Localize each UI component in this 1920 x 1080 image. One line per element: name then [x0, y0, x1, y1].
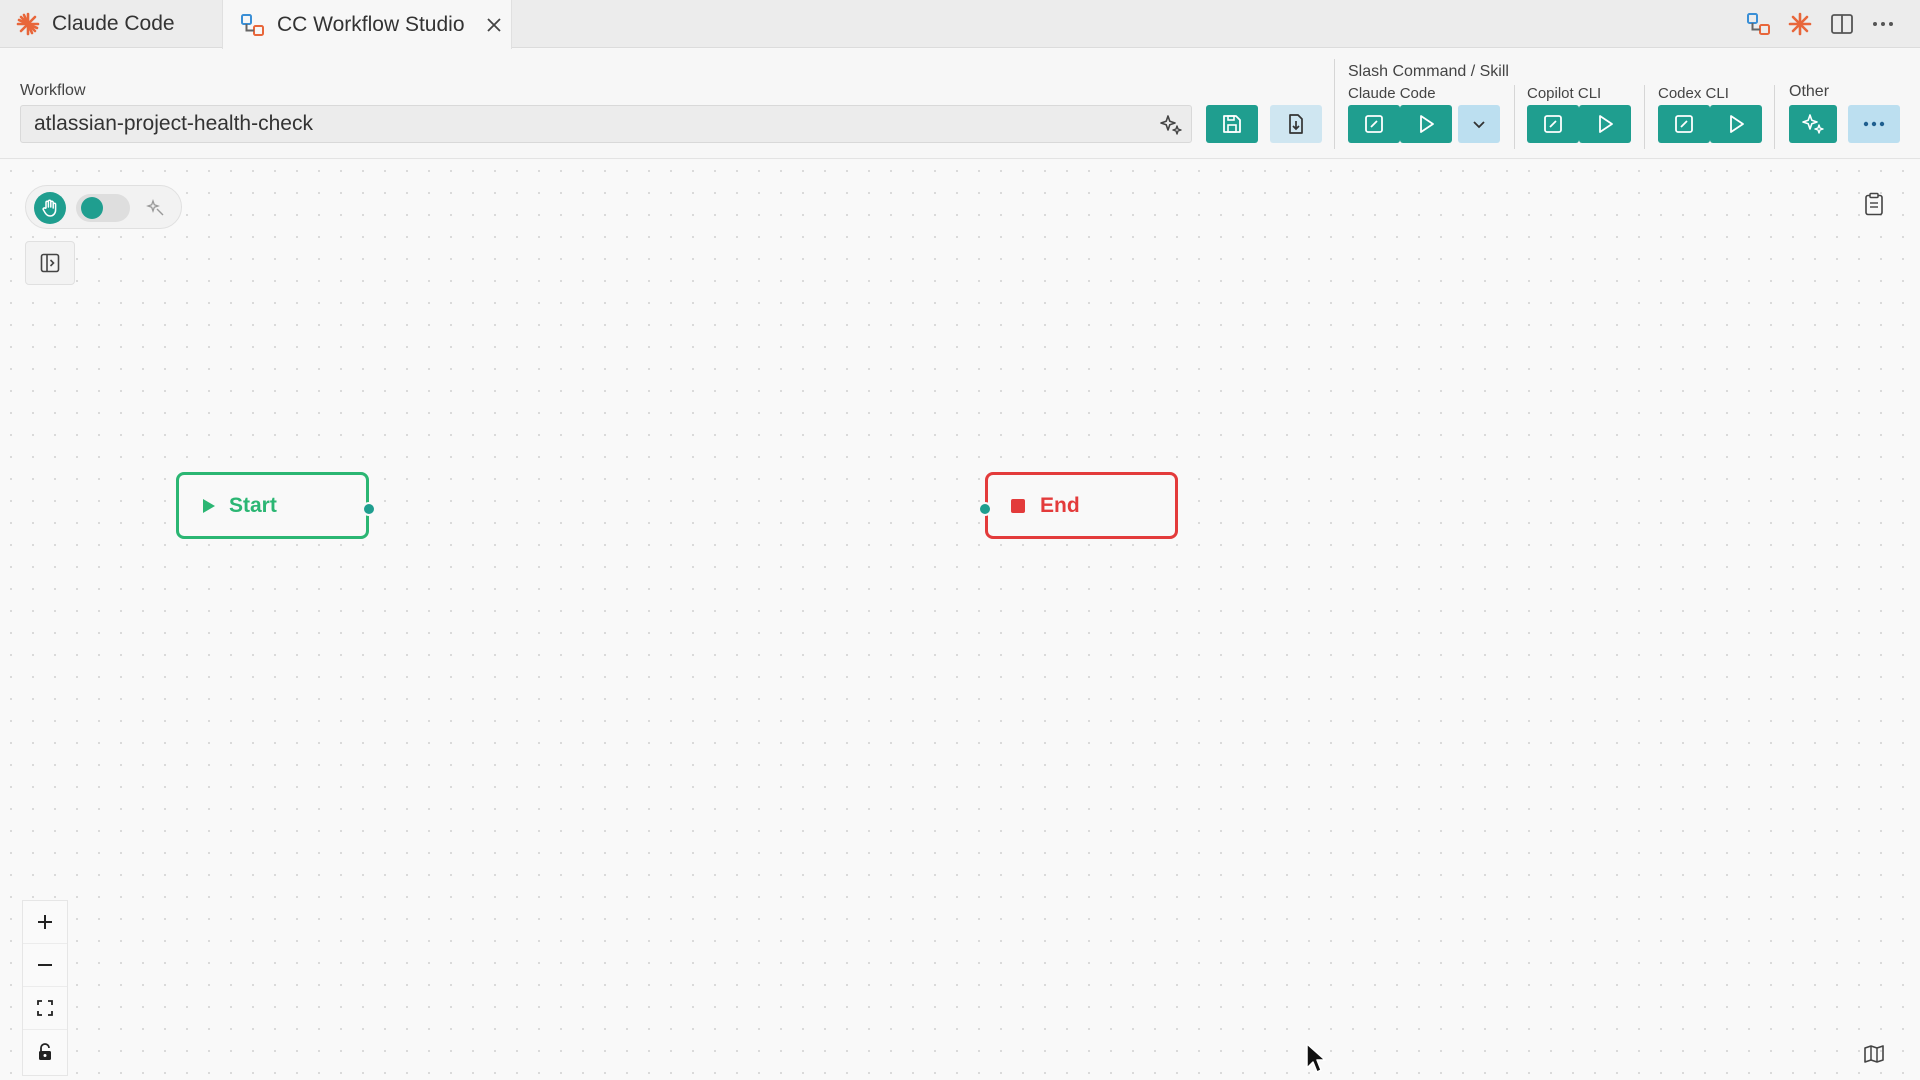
tab-label: CC Workflow Studio: [277, 12, 465, 36]
play-icon: [201, 498, 217, 514]
minimap-icon[interactable]: [1860, 1040, 1888, 1068]
split-editor-icon[interactable]: [1828, 10, 1856, 38]
plus-icon: [38, 915, 52, 929]
mode-toggle[interactable]: [76, 194, 130, 222]
node-label: Start: [229, 493, 277, 517]
workflow-name-input[interactable]: [20, 105, 1192, 143]
close-icon[interactable]: [483, 14, 505, 36]
play-icon: [1730, 115, 1744, 133]
fit-view-icon: [37, 1000, 53, 1016]
edit-square-icon: [1365, 115, 1383, 133]
play-icon: [1420, 115, 1434, 133]
copilot-cli-run-button[interactable]: [1579, 105, 1631, 143]
minus-icon: [38, 964, 52, 966]
codex-cli-group-label: Codex CLI: [1658, 85, 1729, 102]
divider: [1514, 85, 1515, 149]
hand-icon: [42, 199, 57, 217]
claude-code-dropdown-button[interactable]: [1458, 105, 1500, 143]
copilot-cli-export-button[interactable]: [1527, 105, 1579, 143]
other-group-label: Other: [1789, 83, 1830, 100]
tab-bar: Claude Code CC Workflow Studio: [0, 0, 1920, 49]
codex-cli-run-button[interactable]: [1710, 105, 1762, 143]
zoom-out-button[interactable]: [23, 944, 67, 987]
save-button[interactable]: [1206, 105, 1258, 143]
pan-mode-button[interactable]: [34, 192, 66, 224]
ai-generate-button[interactable]: [1789, 105, 1837, 143]
save-icon: [1223, 115, 1241, 133]
toggle-knob: [81, 197, 103, 219]
input-handle[interactable]: [978, 502, 992, 516]
claude-asterisk-icon: [14, 10, 42, 38]
workflow-label: Workflow: [20, 82, 86, 99]
fit-view-button[interactable]: [23, 987, 67, 1030]
lock-button[interactable]: [23, 1030, 67, 1073]
more-options-button[interactable]: [1848, 105, 1900, 143]
divider: [1774, 85, 1775, 149]
stop-icon: [1010, 498, 1026, 514]
workflow-studio-icon: [239, 11, 267, 39]
import-button[interactable]: [1270, 105, 1322, 143]
claude-asterisk-icon[interactable]: [1786, 10, 1814, 38]
more-actions-icon[interactable]: [1869, 10, 1897, 38]
chevron-down-icon: [1473, 121, 1485, 129]
divider: [1644, 85, 1645, 149]
end-node[interactable]: End: [978, 472, 1178, 539]
more-horizontal-icon: [1863, 121, 1885, 127]
play-icon: [1599, 115, 1613, 133]
workflow-canvas[interactable]: Start End: [0, 160, 1920, 1080]
edit-square-icon: [1675, 115, 1693, 133]
output-handle[interactable]: [362, 502, 376, 516]
clipboard-icon[interactable]: [1860, 190, 1888, 218]
zoom-in-button[interactable]: [23, 901, 67, 944]
ai-edit-icon[interactable]: [144, 196, 168, 220]
ai-sparkle-icon[interactable]: [1158, 112, 1184, 138]
toggle-node-panel-button[interactable]: [25, 241, 75, 285]
claude-code-export-button[interactable]: [1348, 105, 1400, 143]
ai-sparkle-icon: [1802, 114, 1824, 134]
copilot-cli-group-label: Copilot CLI: [1527, 85, 1602, 102]
workflow-studio-icon[interactable]: [1745, 10, 1773, 38]
start-node[interactable]: Start: [176, 472, 376, 539]
tab-claude-code[interactable]: Claude Code: [14, 0, 219, 48]
divider: [1334, 59, 1335, 149]
zoom-controls: [22, 900, 68, 1076]
codex-cli-export-button[interactable]: [1658, 105, 1710, 143]
lock-icon: [39, 1042, 51, 1060]
mouse-cursor-icon: [1305, 1042, 1329, 1076]
sidebar-panel-icon: [40, 253, 60, 273]
claude-code-run-button[interactable]: [1400, 105, 1452, 143]
edit-square-icon: [1544, 115, 1562, 133]
workflow-toolbar: Workflow Slash Command / Skill Claude Co…: [0, 49, 1920, 159]
file-import-icon: [1289, 114, 1303, 134]
interaction-mode-control: [25, 185, 182, 229]
claude-code-group-label: Claude Code: [1348, 85, 1436, 102]
slash-command-section-title: Slash Command / Skill: [1348, 63, 1509, 80]
tab-cc-workflow-studio[interactable]: CC Workflow Studio: [222, 0, 512, 49]
tab-label: Claude Code: [52, 12, 175, 35]
node-label: End: [1040, 493, 1080, 517]
